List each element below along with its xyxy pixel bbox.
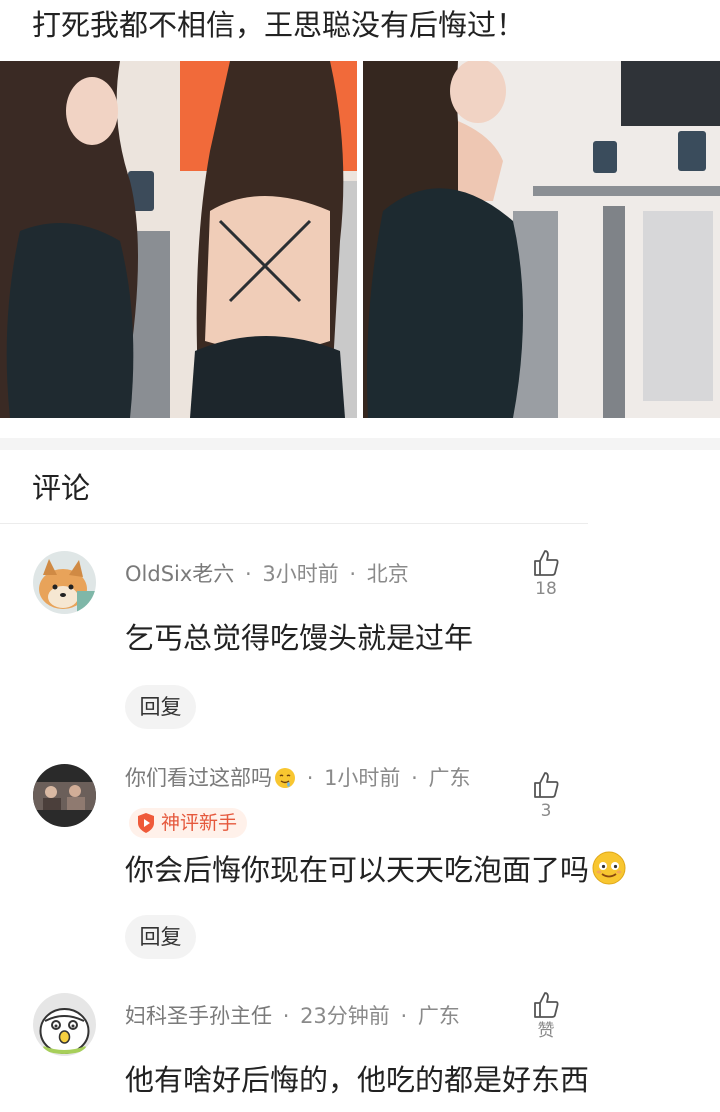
comment-meta: OldSix老六 · 3小时前 · 北京 <box>125 560 409 588</box>
comment-text-content: 你会后悔你现在可以天天吃泡面了吗 <box>125 853 590 887</box>
like-button[interactable]: 赞 <box>525 990 567 1042</box>
comments-section-title: 评论 <box>32 471 91 505</box>
divider <box>0 523 588 524</box>
badge-label: 神评新手 <box>161 812 238 834</box>
smiling-face-emoji-icon <box>592 851 626 885</box>
woman-dress-front-photo <box>363 61 720 418</box>
like-button[interactable]: 3 <box>525 770 567 822</box>
section-gap <box>0 438 720 450</box>
thumbs-up-icon <box>534 992 559 1018</box>
reply-button[interactable]: 回复 <box>125 915 196 959</box>
post-image-right[interactable] <box>363 61 720 418</box>
comment-meta: 妇科圣手孙主任 · 23分钟前 · 广东 <box>125 1002 460 1030</box>
comment-time: 23分钟前 <box>300 1004 390 1028</box>
thumbs-up-icon <box>534 772 559 798</box>
shield-badge-icon <box>138 813 154 833</box>
comment-time: 1小时前 <box>324 766 401 790</box>
comment-text: 你会后悔你现在可以天天吃泡面了吗 <box>125 850 627 890</box>
like-count: 3 <box>540 801 552 821</box>
like-count: 18 <box>535 579 557 599</box>
comment-username[interactable]: OldSix老六 <box>125 562 234 586</box>
like-label: 赞 <box>537 1021 555 1041</box>
meta-separator: · <box>349 562 357 586</box>
comment-meta: 你们看过这部吗 · 1小时前 · 广东 <box>125 764 471 792</box>
meta-separator: · <box>400 1004 408 1028</box>
comment-username[interactable]: 妇科圣手孙主任 <box>125 1004 272 1028</box>
shiba-dog-avatar-icon <box>33 551 96 614</box>
comment-time: 3小时前 <box>262 562 339 586</box>
avatar[interactable] <box>33 993 96 1056</box>
like-button[interactable]: 18 <box>525 548 567 600</box>
post-title: 打死我都不相信，王思聪没有后悔过！ <box>32 8 526 42</box>
meta-separator: · <box>306 766 314 790</box>
drooling-face-emoji-icon <box>275 768 295 788</box>
cartoon-bird-avatar-icon <box>33 993 96 1056</box>
user-badge: 神评新手 <box>129 808 248 838</box>
avatar[interactable] <box>33 551 96 614</box>
reply-button[interactable]: 回复 <box>125 685 196 729</box>
comment-text: 乞丐总觉得吃馒头就是过年 <box>125 621 474 655</box>
comment-location: 北京 <box>366 562 409 586</box>
woman-dress-back-photo <box>0 61 357 418</box>
thumbs-up-icon <box>534 550 559 576</box>
post-image-left[interactable] <box>0 61 357 418</box>
comment-text: 他有啥好后悔的，他吃的都是好东西 <box>125 1063 590 1097</box>
movie-scene-avatar-icon <box>33 764 96 827</box>
meta-separator: · <box>282 1004 290 1028</box>
comment-location: 广东 <box>417 1004 460 1028</box>
comment-location: 广东 <box>428 766 471 790</box>
comment-username[interactable]: 你们看过这部吗 <box>125 766 272 790</box>
meta-separator: · <box>411 766 418 790</box>
avatar[interactable] <box>33 764 96 827</box>
meta-separator: · <box>244 562 252 586</box>
